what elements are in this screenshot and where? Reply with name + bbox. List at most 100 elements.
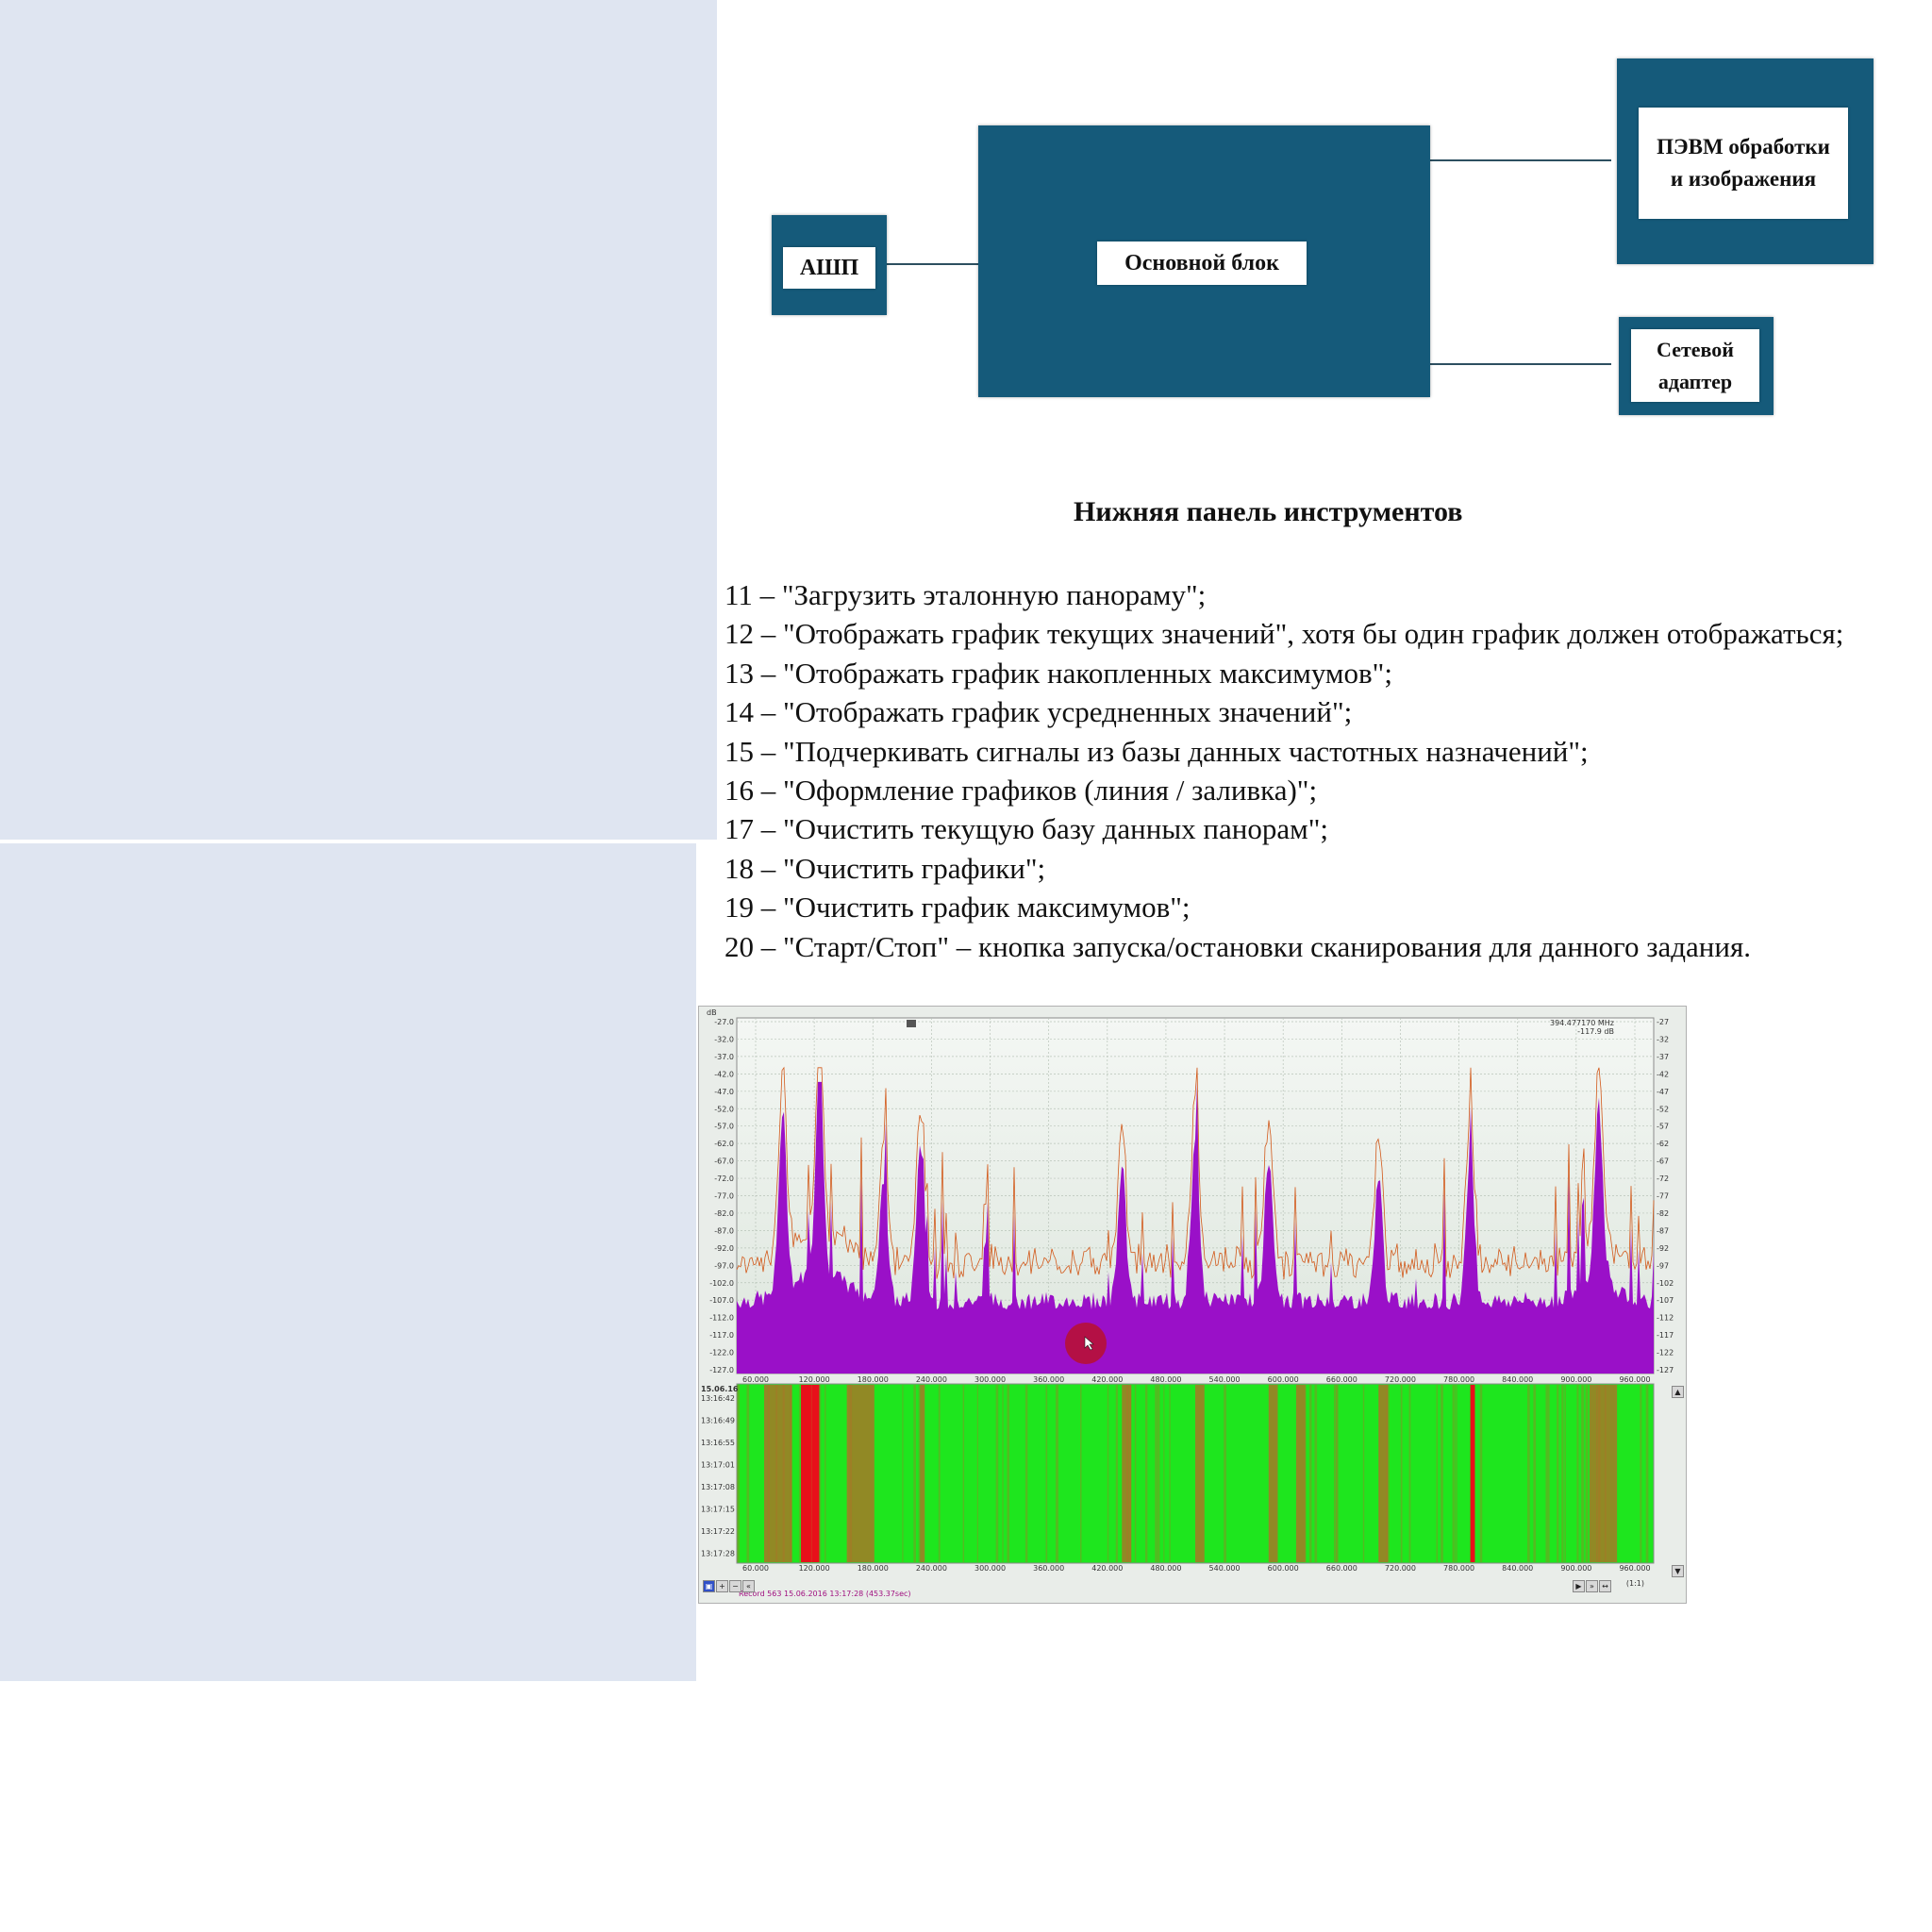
waterfall-x-tick-label: 660.000 xyxy=(1326,1564,1357,1573)
y-tick-label: -62.0 xyxy=(714,1140,734,1148)
list-item: 20 – "Старт/Стоп" – кнопка запуска/остан… xyxy=(724,929,1751,963)
waterfall-line xyxy=(1645,1385,1649,1562)
list-item: 16 – "Оформление графиков (линия / залив… xyxy=(724,774,1318,808)
y-tick-label: -97.0 xyxy=(714,1261,734,1270)
waterfall-line xyxy=(1386,1385,1389,1562)
x-tick-label: 120.000 xyxy=(799,1375,830,1384)
x-tick-label: 840.000 xyxy=(1502,1375,1533,1384)
list-item: 18 – "Очистить графики"; xyxy=(724,851,1046,885)
waterfall-line xyxy=(775,1385,778,1562)
waterfall-line xyxy=(1335,1385,1338,1562)
waterfall-line xyxy=(1456,1385,1457,1562)
y-tick-label-right: -107 xyxy=(1657,1296,1674,1305)
waterfall-x-tick-label: 420.000 xyxy=(1091,1564,1123,1573)
y-tick-label: -37.0 xyxy=(714,1053,734,1061)
y-tick-label-right: -117 xyxy=(1657,1331,1674,1340)
waterfall-line xyxy=(1224,1385,1226,1562)
waterfall-line xyxy=(1452,1385,1454,1562)
waterfall-line xyxy=(1163,1385,1165,1562)
y-tick-label: -42.0 xyxy=(714,1070,734,1078)
zoom-out-button[interactable]: − xyxy=(729,1580,741,1592)
waterfall-line xyxy=(1581,1385,1585,1562)
waterfall-time-label: 13:16:49 xyxy=(701,1417,735,1425)
waterfall-time-label: 13:17:08 xyxy=(701,1483,735,1491)
forward-button[interactable]: » xyxy=(1586,1580,1598,1592)
waterfall-time-label: 13:17:01 xyxy=(701,1461,735,1470)
list-item: 11 – "Загрузить эталонную панораму"; xyxy=(724,578,1207,611)
waterfall-x-tick-label: 720.000 xyxy=(1385,1564,1416,1573)
waterfall-date: 15.06.16 xyxy=(701,1385,739,1393)
unit-label: dB xyxy=(707,1008,717,1017)
waterfall-line xyxy=(798,1385,801,1562)
ash-label: АШП xyxy=(783,247,875,289)
waterfall-line xyxy=(1561,1385,1564,1562)
x-tick-label: 420.000 xyxy=(1091,1375,1123,1384)
waterfall-line xyxy=(918,1385,921,1562)
waterfall-line xyxy=(1598,1385,1600,1562)
wire-main-net xyxy=(1430,363,1611,365)
waterfall-band xyxy=(920,1385,925,1562)
waterfall-line xyxy=(824,1385,826,1562)
spectrum-screenshot: -27.0 -27 -32.0 -32 -37.0 -37 -42.0 -42 -47.0 -47… xyxy=(698,1006,1687,1604)
x-tick-label: 780.000 xyxy=(1443,1375,1474,1384)
scroll-up-button[interactable]: ▲ xyxy=(1672,1386,1684,1398)
zoom-in-button[interactable]: + xyxy=(716,1580,728,1592)
waterfall-line xyxy=(1479,1385,1483,1562)
waterfall-time-label: 13:17:28 xyxy=(701,1550,735,1558)
waterfall-x-tick-label: 300.000 xyxy=(974,1564,1006,1573)
waterfall-line xyxy=(737,1385,741,1562)
x-tick-label: 180.000 xyxy=(858,1375,889,1384)
y-tick-label-right: -57 xyxy=(1657,1123,1669,1131)
waterfall-line xyxy=(746,1385,750,1562)
waterfall-x-tick-label: 960.000 xyxy=(1619,1564,1650,1573)
waterfall-line xyxy=(810,1385,812,1562)
waterfall-line xyxy=(1314,1385,1318,1562)
waterfall-line xyxy=(1526,1385,1530,1562)
waterfall-line xyxy=(1304,1385,1307,1562)
record-button[interactable]: ▣ xyxy=(703,1580,715,1592)
x-tick-label: 600.000 xyxy=(1268,1375,1299,1384)
waterfall-line xyxy=(790,1385,792,1562)
waterfall-line xyxy=(1155,1385,1158,1562)
waterfall-line xyxy=(902,1385,904,1562)
y-tick-label: -112.0 xyxy=(709,1314,734,1323)
waterfall-line xyxy=(1134,1385,1137,1562)
waterfall-time-label: 13:17:15 xyxy=(701,1506,735,1514)
x-tick-label: 240.000 xyxy=(916,1375,947,1384)
list-item: 13 – "Отображать график накопленных макс… xyxy=(724,656,1392,690)
y-tick-label: -87.0 xyxy=(714,1226,734,1235)
waterfall-line xyxy=(1362,1385,1365,1562)
waterfall-line xyxy=(1557,1385,1559,1562)
waterfall-line xyxy=(976,1385,978,1562)
waterfall-line xyxy=(1533,1385,1537,1562)
zoom-label: (1:1) xyxy=(1626,1579,1644,1588)
waterfall-x-tick-label: 360.000 xyxy=(1033,1564,1064,1573)
waterfall-line xyxy=(1605,1385,1607,1562)
waterfall-line xyxy=(849,1385,853,1562)
waterfall-line xyxy=(1378,1385,1380,1562)
pc-label: ПЭВМ обработки и изображения xyxy=(1639,108,1848,219)
y-tick-label: -92.0 xyxy=(714,1244,734,1253)
y-tick-label: -52.0 xyxy=(714,1105,734,1113)
wire-main-pc xyxy=(1430,159,1611,161)
waterfall-x-tick-label: 480.000 xyxy=(1150,1564,1181,1573)
waterfall-line xyxy=(1128,1385,1132,1562)
y-tick-label: -107.0 xyxy=(709,1296,734,1305)
waterfall-line xyxy=(767,1385,770,1562)
rewind-button[interactable]: « xyxy=(742,1580,755,1592)
list-item: 17 – "Очистить текущую базу данных панор… xyxy=(724,812,1329,846)
waterfall-line xyxy=(1547,1385,1550,1562)
readout-frequency: 394.477170 MHz xyxy=(1550,1019,1614,1027)
waterfall-time-label: 13:16:55 xyxy=(701,1439,735,1447)
waterfall-line xyxy=(1454,1385,1456,1562)
y-tick-label-right: -32 xyxy=(1657,1035,1669,1043)
net-label: Сетевой адаптер xyxy=(1631,329,1759,402)
y-tick-label: -117.0 xyxy=(709,1331,734,1340)
spectrum-graphics: -27.0 -27 -32.0 -32 -37.0 -37 -42.0 -42 -47.0 -47… xyxy=(699,1007,1686,1603)
waterfall-line xyxy=(1408,1385,1411,1562)
play-button[interactable]: ▶ xyxy=(1573,1580,1585,1592)
fit-button[interactable]: ↔ xyxy=(1599,1580,1611,1592)
waterfall-line xyxy=(1545,1385,1548,1562)
scroll-down-button[interactable]: ▼ xyxy=(1672,1565,1684,1577)
waterfall-line xyxy=(913,1385,916,1562)
